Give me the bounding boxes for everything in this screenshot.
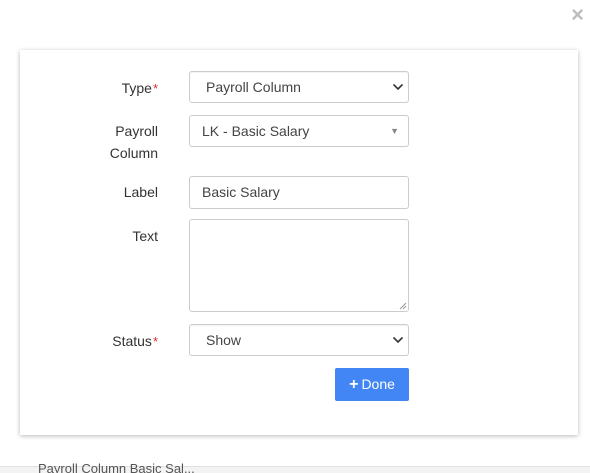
- resize-grip-icon[interactable]: [399, 302, 407, 310]
- close-icon[interactable]: ×: [571, 4, 584, 26]
- label-input-value: Basic Salary: [202, 184, 280, 200]
- type-select-value: Payroll Column: [206, 79, 301, 95]
- label-input[interactable]: Basic Salary: [189, 176, 409, 209]
- status-label: Status*: [112, 333, 158, 349]
- status-select-value: Show: [206, 332, 242, 348]
- status-select[interactable]: Show: [189, 324, 409, 356]
- type-select[interactable]: Payroll Column: [189, 71, 409, 103]
- required-marker: *: [152, 334, 158, 349]
- plus-icon: +: [349, 376, 359, 393]
- type-label: Type*: [121, 80, 158, 96]
- text-textarea[interactable]: [189, 219, 409, 312]
- payroll-column-select-value: LK - Basic Salary: [202, 123, 310, 139]
- done-button-label: Done: [361, 376, 395, 392]
- payroll-column-select[interactable]: LK - Basic Salary ▼: [189, 115, 409, 147]
- label-field-label: Label: [123, 184, 158, 200]
- dropdown-arrow-icon: ▼: [390, 126, 399, 136]
- payroll-column-label: Payroll Column: [109, 123, 158, 161]
- text-field-label: Text: [132, 228, 158, 244]
- required-marker: *: [152, 81, 158, 96]
- payroll-column-modal: Type* Payroll Column Payroll Column LK -…: [20, 50, 578, 435]
- done-button[interactable]: + Done: [335, 368, 409, 401]
- background-page-strip: Payroll Column Basic Sal...: [0, 461, 590, 473]
- background-partial-text: Payroll Column Basic Sal...: [38, 461, 195, 473]
